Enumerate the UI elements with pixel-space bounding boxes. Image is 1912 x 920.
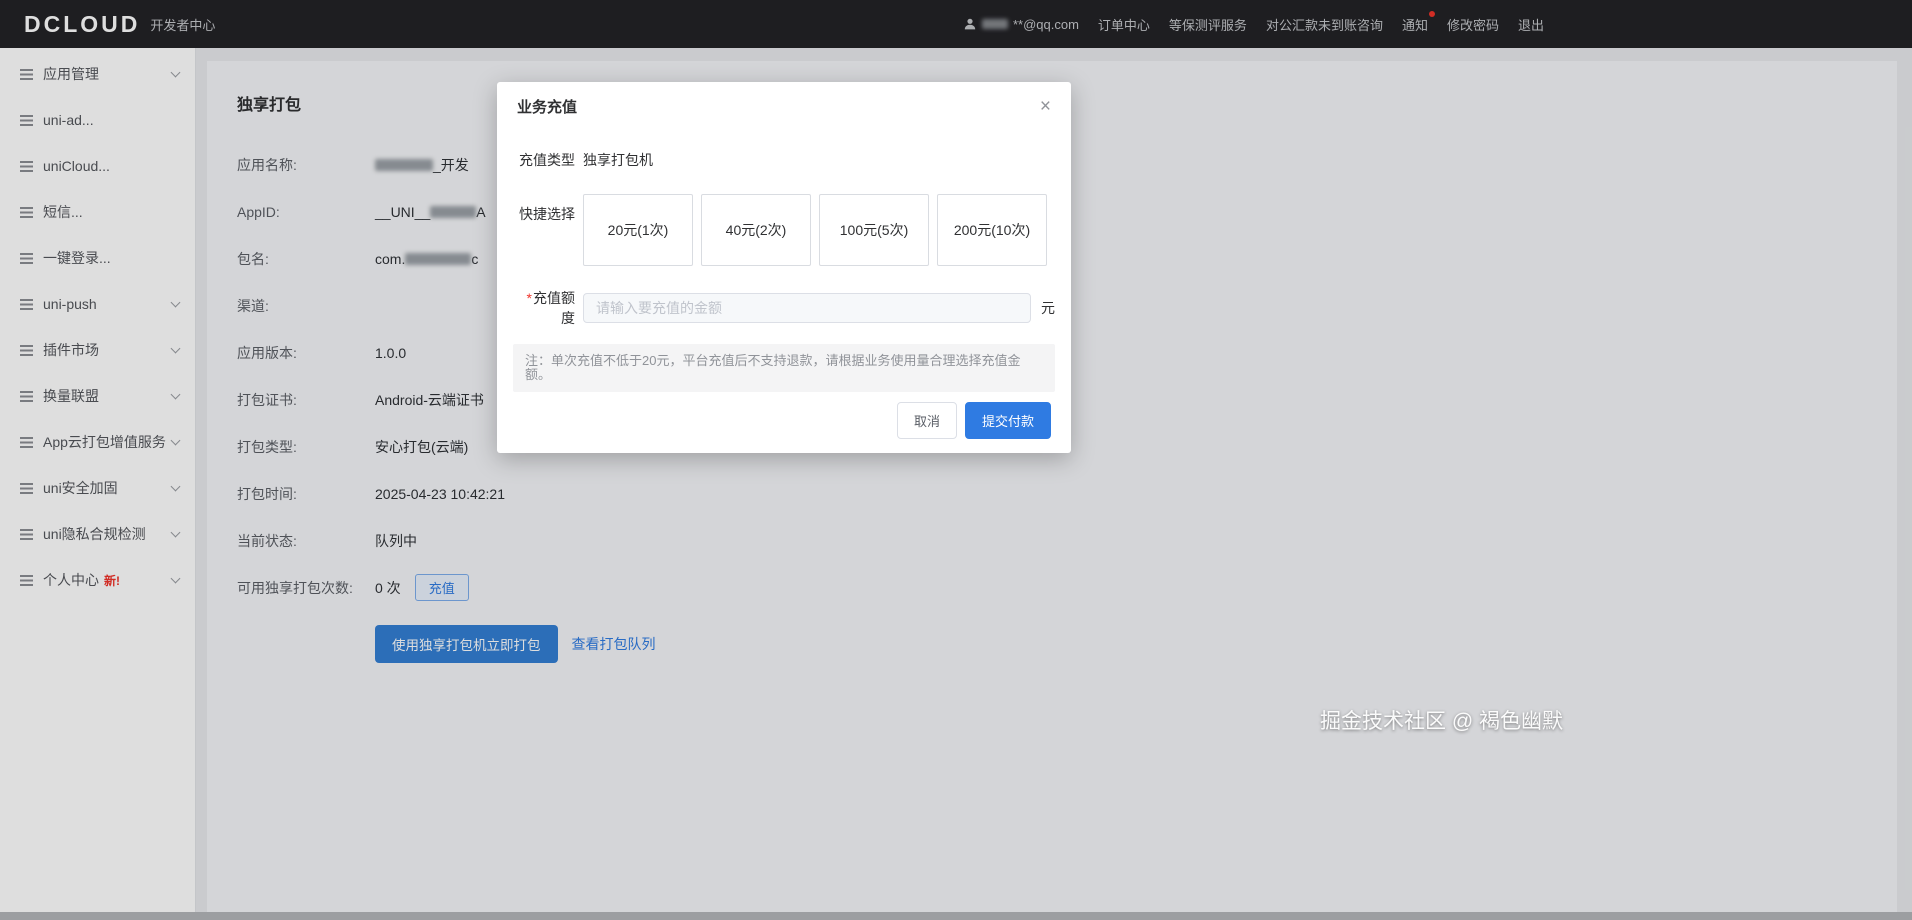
close-icon[interactable]: × — [1036, 93, 1055, 120]
recharge-type-value: 独享打包机 — [583, 152, 653, 168]
quick-select-row: 快捷选择 20元(1次) 40元(2次) 100元(5次) 200元(10次) — [513, 194, 1055, 266]
amount-label-text: 充值额度 — [533, 290, 575, 326]
amount-input[interactable] — [583, 293, 1031, 323]
quick-select-label: 快捷选择 — [519, 206, 575, 222]
recharge-note: 注：单次充值不低于20元，平台充值后不支持退款，请根据业务使用量合理选择充值金额… — [513, 344, 1055, 392]
amount-unit: 元 — [1041, 300, 1055, 316]
quick-option-40[interactable]: 40元(2次) — [701, 194, 811, 266]
quick-option-20[interactable]: 20元(1次) — [583, 194, 693, 266]
quick-option-200[interactable]: 200元(10次) — [937, 194, 1047, 266]
quick-option-100[interactable]: 100元(5次) — [819, 194, 929, 266]
amount-row: *充值额度 元 — [513, 288, 1055, 328]
modal-footer: 取消 提交付款 — [896, 402, 1051, 439]
cancel-button[interactable]: 取消 — [896, 402, 957, 439]
quick-options: 20元(1次) 40元(2次) 100元(5次) 200元(10次) — [583, 194, 1047, 266]
required-mark: * — [526, 290, 532, 306]
recharge-modal: 业务充值 × 充值类型 独享打包机 快捷选择 20元(1次) 40元(2次) 1… — [497, 82, 1071, 453]
modal-header: 业务充值 × — [497, 82, 1071, 118]
amount-label: *充值额度 — [513, 288, 575, 328]
recharge-type-row: 充值类型 独享打包机 — [513, 150, 1055, 170]
recharge-type-label: 充值类型 — [519, 152, 575, 168]
modal-body: 充值类型 独享打包机 快捷选择 20元(1次) 40元(2次) 100元(5次)… — [497, 118, 1071, 392]
submit-payment-button[interactable]: 提交付款 — [964, 402, 1051, 439]
modal-title: 业务充值 — [517, 99, 578, 116]
watermark: 掘金技术社区 @ 褐色幽默 — [1320, 710, 1563, 733]
